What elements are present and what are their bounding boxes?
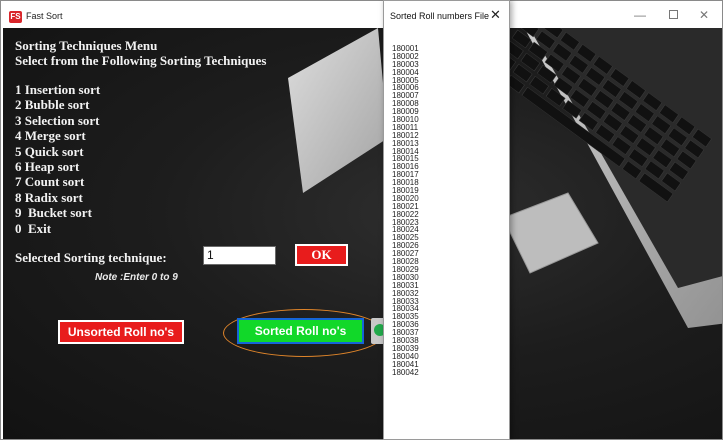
- popup-close-icon[interactable]: ✕: [490, 7, 501, 23]
- menu-item-count-sort: 7 Count sort: [15, 174, 85, 190]
- app-logo-icon: FS: [9, 11, 22, 23]
- selected-technique-label: Selected Sorting technique:: [15, 250, 167, 265]
- menu-item-exit: 0 Exit: [15, 220, 52, 236]
- sorted-roll-file-window: Sorted Roll numbers File ✕ 180001 180002 1…: [383, 0, 510, 440]
- window-title: Fast Sort: [26, 11, 63, 21]
- roll-number-list: 180001 180002 180003 180004 180005 180006 1800…: [392, 45, 419, 376]
- sorting-technique-list: 1 Insertion sort 2 Bubble sort 3 Selecti…: [15, 82, 100, 236]
- popup-title: Sorted Roll numbers File: [390, 11, 490, 21]
- unsorted-roll-button[interactable]: Unsorted Roll no's: [58, 320, 184, 344]
- maximize-icon: [668, 10, 678, 19]
- sorted-roll-button[interactable]: Sorted Roll no's: [237, 318, 364, 344]
- menu-title: Sorting Techniques Menu: [15, 38, 158, 53]
- menu-item-heap-sort: 6 Heap sort: [15, 158, 80, 174]
- menu-item-bucket-sort: 9 Bucket sort: [15, 205, 92, 221]
- menu-item-radix-sort: 8 Radix sort: [15, 189, 83, 205]
- main-window: FS Fast Sort — ✕ Sorting Techniques Menu…: [0, 0, 723, 440]
- title-bar[interactable]: FS Fast Sort — ✕: [1, 1, 722, 28]
- menu-subtitle: Select from the Following Sorting Techni…: [15, 53, 267, 68]
- app-canvas: Sorting Techniques Menu Select from the …: [3, 28, 722, 439]
- roll-number-item: 180042: [392, 367, 419, 377]
- menu-item-bubble-sort: 2 Bubble sort: [15, 97, 90, 113]
- input-note: Note :Enter 0 to 9: [95, 272, 178, 283]
- maximize-button[interactable]: [658, 3, 688, 27]
- menu-item-insertion-sort: 1 Insertion sort: [15, 82, 101, 97]
- menu-item-selection-sort: 3 Selection sort: [15, 112, 100, 128]
- ok-button[interactable]: OK: [295, 244, 348, 266]
- menu-item-merge-sort: 4 Merge sort: [15, 128, 86, 144]
- close-button[interactable]: ✕: [689, 3, 719, 27]
- menu-item-quick-sort: 5 Quick sort: [15, 143, 84, 159]
- technique-input[interactable]: 1: [203, 246, 276, 265]
- minimize-button[interactable]: —: [625, 3, 655, 27]
